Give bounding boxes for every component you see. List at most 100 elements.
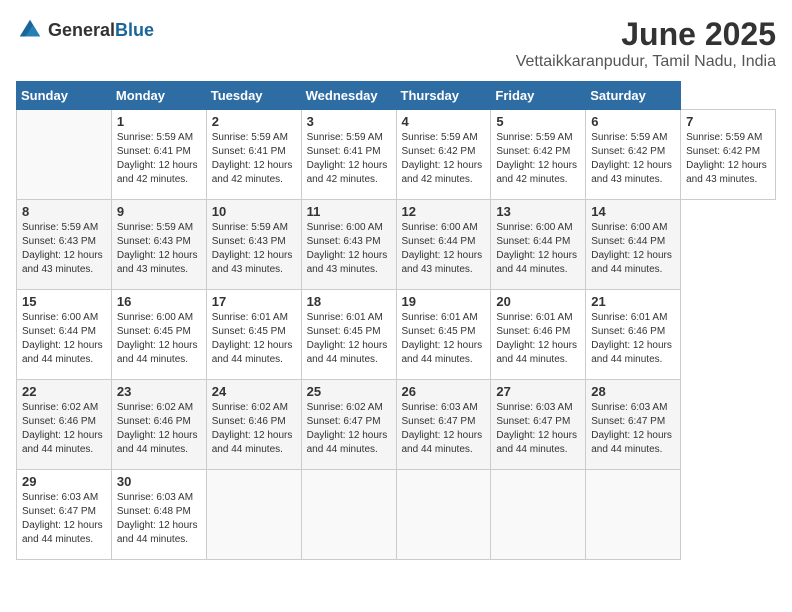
- day-info: Sunrise: 6:02 AMSunset: 6:46 PMDaylight:…: [22, 401, 106, 457]
- sunset-text: Sunset: 6:45 PM: [307, 326, 381, 337]
- day-number: 13: [496, 204, 580, 219]
- day-info: Sunrise: 5:59 AMSunset: 6:42 PMDaylight:…: [402, 131, 486, 187]
- calendar-cell: [396, 470, 491, 560]
- column-header-tuesday: Tuesday: [206, 82, 301, 110]
- day-number: 2: [212, 114, 296, 129]
- daylight-text: Daylight: 12 hours and 43 minutes.: [307, 250, 388, 275]
- sunrise-text: Sunrise: 5:59 AM: [212, 222, 288, 233]
- day-number: 24: [212, 384, 296, 399]
- day-number: 4: [402, 114, 486, 129]
- sunset-text: Sunset: 6:42 PM: [496, 146, 570, 157]
- column-header-monday: Monday: [111, 82, 206, 110]
- calendar-cell: 12Sunrise: 6:00 AMSunset: 6:44 PMDayligh…: [396, 200, 491, 290]
- day-info: Sunrise: 6:01 AMSunset: 6:45 PMDaylight:…: [212, 311, 296, 367]
- calendar-cell: 9Sunrise: 5:59 AMSunset: 6:43 PMDaylight…: [111, 200, 206, 290]
- daylight-text: Daylight: 12 hours and 42 minutes.: [212, 160, 293, 185]
- daylight-text: Daylight: 12 hours and 42 minutes.: [496, 160, 577, 185]
- sunset-text: Sunset: 6:42 PM: [591, 146, 665, 157]
- sunrise-text: Sunrise: 5:59 AM: [117, 222, 193, 233]
- page-subtitle: Vettaikkaranpudur, Tamil Nadu, India: [516, 53, 776, 71]
- calendar-cell: 30Sunrise: 6:03 AMSunset: 6:48 PMDayligh…: [111, 470, 206, 560]
- sunset-text: Sunset: 6:45 PM: [402, 326, 476, 337]
- daylight-text: Daylight: 12 hours and 43 minutes.: [402, 250, 483, 275]
- day-number: 16: [117, 294, 201, 309]
- sunset-text: Sunset: 6:41 PM: [307, 146, 381, 157]
- daylight-text: Daylight: 12 hours and 44 minutes.: [591, 340, 672, 365]
- day-info: Sunrise: 6:00 AMSunset: 6:44 PMDaylight:…: [22, 311, 106, 367]
- calendar-header-row: SundayMondayTuesdayWednesdayThursdayFrid…: [17, 82, 776, 110]
- sunrise-text: Sunrise: 5:59 AM: [402, 132, 478, 143]
- day-info: Sunrise: 6:00 AMSunset: 6:45 PMDaylight:…: [117, 311, 201, 367]
- sunrise-text: Sunrise: 5:59 AM: [212, 132, 288, 143]
- day-number: 6: [591, 114, 675, 129]
- daylight-text: Daylight: 12 hours and 44 minutes.: [117, 340, 198, 365]
- sunset-text: Sunset: 6:47 PM: [22, 506, 96, 517]
- sunset-text: Sunset: 6:46 PM: [496, 326, 570, 337]
- sunrise-text: Sunrise: 6:02 AM: [117, 402, 193, 413]
- daylight-text: Daylight: 12 hours and 44 minutes.: [307, 340, 388, 365]
- day-number: 27: [496, 384, 580, 399]
- calendar-cell: 8Sunrise: 5:59 AMSunset: 6:43 PMDaylight…: [17, 200, 112, 290]
- daylight-text: Daylight: 12 hours and 42 minutes.: [307, 160, 388, 185]
- calendar-cell: 16 Sunrise: 6:00 AMSunset: 6:45 PMDayligh…: [111, 290, 206, 380]
- daylight-text: Daylight: 12 hours and 43 minutes.: [686, 160, 767, 185]
- day-info: Sunrise: 5:59 AMSunset: 6:41 PMDaylight:…: [307, 131, 391, 187]
- calendar-cell: 10 Sunrise: 5:59 AMSunset: 6:43 PMDayligh…: [206, 200, 301, 290]
- calendar-cell: 22Sunrise: 6:02 AMSunset: 6:46 PMDayligh…: [17, 380, 112, 470]
- day-info: Sunrise: 6:00 AMSunset: 6:44 PMDaylight:…: [402, 221, 486, 277]
- calendar-cell: [586, 470, 681, 560]
- calendar-cell: 1Sunrise: 5:59 AMSunset: 6:41 PMDaylight…: [111, 110, 206, 200]
- sunrise-text: Sunrise: 5:59 AM: [686, 132, 762, 143]
- sunrise-text: Sunrise: 6:00 AM: [307, 222, 383, 233]
- sunrise-text: Sunrise: 5:59 AM: [496, 132, 572, 143]
- day-info: Sunrise: 6:03 AMSunset: 6:48 PMDaylight:…: [117, 491, 201, 547]
- sunset-text: Sunset: 6:43 PM: [117, 236, 191, 247]
- day-info: Sunrise: 5:59 AMSunset: 6:41 PMDaylight:…: [212, 131, 296, 187]
- daylight-text: Daylight: 12 hours and 42 minutes.: [117, 160, 198, 185]
- sunset-text: Sunset: 6:44 PM: [591, 236, 665, 247]
- sunset-text: Sunset: 6:47 PM: [496, 416, 570, 427]
- sunset-text: Sunset: 6:46 PM: [591, 326, 665, 337]
- column-header-wednesday: Wednesday: [301, 82, 396, 110]
- day-number: 10: [212, 204, 296, 219]
- day-info: Sunrise: 5:59 AMSunset: 6:43 PMDaylight:…: [212, 221, 296, 277]
- sunrise-text: Sunrise: 6:01 AM: [307, 312, 383, 323]
- calendar-cell: [206, 470, 301, 560]
- sunrise-text: Sunrise: 6:03 AM: [496, 402, 572, 413]
- calendar-cell: 26Sunrise: 6:03 AMSunset: 6:47 PMDayligh…: [396, 380, 491, 470]
- day-number: 5: [496, 114, 580, 129]
- calendar-cell: 7Sunrise: 5:59 AMSunset: 6:42 PMDaylight…: [681, 110, 776, 200]
- day-info: Sunrise: 5:59 AM Sunset: 6:42 PM Daylight:…: [686, 131, 770, 187]
- daylight-text: Daylight: 12 hours and 44 minutes.: [496, 250, 577, 275]
- sunrise-text: Sunrise: 6:03 AM: [402, 402, 478, 413]
- day-info: Sunrise: 6:02 AMSunset: 6:46 PMDaylight:…: [117, 401, 201, 457]
- calendar-cell: 28Sunrise: 6:03 AMSunset: 6:47 PMDayligh…: [586, 380, 681, 470]
- sunset-text: Sunset: 6:45 PM: [117, 326, 191, 337]
- day-info: Sunrise: 6:02 AMSunset: 6:46 PMDaylight:…: [212, 401, 296, 457]
- column-header-sunday: Sunday: [17, 82, 112, 110]
- calendar-cell: 15Sunrise: 6:00 AMSunset: 6:44 PMDayligh…: [17, 290, 112, 380]
- sunset-text: Sunset: 6:46 PM: [117, 416, 191, 427]
- week-row-4: 22Sunrise: 6:02 AMSunset: 6:46 PMDayligh…: [17, 380, 776, 470]
- sunrise-text: Sunrise: 6:02 AM: [212, 402, 288, 413]
- day-number: 9: [117, 204, 201, 219]
- day-number: 28: [591, 384, 675, 399]
- calendar-cell: 24 Sunrise: 6:02 AMSunset: 6:46 PMDayligh…: [206, 380, 301, 470]
- day-number: 19: [402, 294, 486, 309]
- daylight-text: Daylight: 12 hours and 44 minutes.: [402, 340, 483, 365]
- sunrise-text: Sunrise: 6:01 AM: [212, 312, 288, 323]
- sunset-text: Sunset: 6:42 PM: [686, 146, 760, 157]
- daylight-text: Daylight: 12 hours and 44 minutes.: [22, 430, 103, 455]
- calendar-cell: 19Sunrise: 6:01 AMSunset: 6:45 PMDayligh…: [396, 290, 491, 380]
- daylight-text: Daylight: 12 hours and 43 minutes.: [22, 250, 103, 275]
- day-number: 1: [117, 114, 201, 129]
- column-header-saturday: Saturday: [586, 82, 681, 110]
- sunrise-text: Sunrise: 6:00 AM: [496, 222, 572, 233]
- daylight-text: Daylight: 12 hours and 44 minutes.: [212, 430, 293, 455]
- sunrise-text: Sunrise: 6:03 AM: [22, 492, 98, 503]
- calendar-cell: 21Sunrise: 6:01 AMSunset: 6:46 PMDayligh…: [586, 290, 681, 380]
- daylight-text: Daylight: 12 hours and 43 minutes.: [591, 160, 672, 185]
- sunrise-text: Sunrise: 6:03 AM: [591, 402, 667, 413]
- sunrise-text: Sunrise: 6:00 AM: [591, 222, 667, 233]
- calendar-cell: 4 Sunrise: 5:59 AMSunset: 6:42 PMDaylight…: [396, 110, 491, 200]
